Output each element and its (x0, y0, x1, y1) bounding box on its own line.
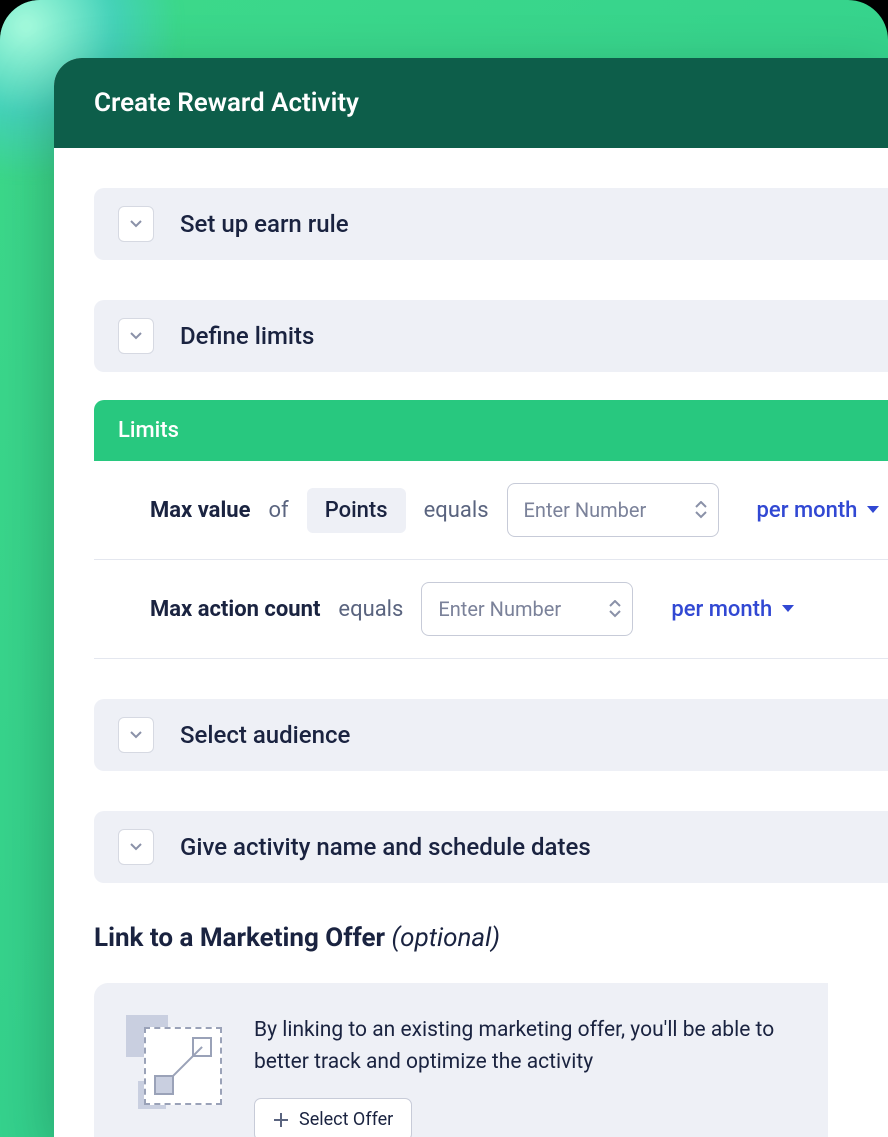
limits-header: Limits (94, 400, 888, 461)
equals-text: equals (338, 597, 403, 622)
limits-section: Limits Max value of Points equals Enter … (94, 400, 888, 659)
chevron-down-icon (130, 332, 142, 340)
page-title: Create Reward Activity (54, 58, 888, 148)
expand-toggle[interactable] (118, 318, 154, 354)
chevron-down-icon (782, 605, 794, 613)
marketing-offer-title: Link to a Marketing Offer (optional) (94, 923, 888, 953)
chevron-down-icon (130, 843, 142, 851)
number-stepper[interactable] (609, 600, 621, 618)
title-optional: (optional) (392, 923, 501, 953)
period-dropdown[interactable]: per month (757, 498, 880, 523)
accordion-title: Define limits (180, 322, 314, 350)
limit-max-value-row: Max value of Points equals Enter Number … (94, 461, 888, 560)
equals-text: equals (424, 498, 489, 523)
of-text: of (268, 498, 288, 523)
select-offer-label: Select Offer (299, 1109, 393, 1130)
accordion-define-limits[interactable]: Define limits (94, 300, 888, 372)
chevron-down-icon (130, 220, 142, 228)
title-main: Link to a Marketing Offer (94, 923, 392, 953)
max-value-label: Max value (150, 498, 250, 523)
expand-toggle[interactable] (118, 829, 154, 865)
expand-toggle[interactable] (118, 717, 154, 753)
accordion-title: Set up earn rule (180, 210, 349, 238)
max-value-input[interactable]: Enter Number (507, 483, 719, 537)
chevron-down-icon (695, 511, 707, 519)
expand-toggle[interactable] (118, 206, 154, 242)
max-action-input[interactable]: Enter Number (421, 582, 633, 636)
accordion-title: Give activity name and schedule dates (180, 833, 591, 861)
link-offer-icon (126, 1015, 222, 1111)
plus-icon (273, 1112, 289, 1128)
period-label: per month (671, 597, 772, 622)
max-action-label: Max action count (150, 597, 320, 622)
number-stepper[interactable] (695, 501, 707, 519)
accordion-title: Select audience (180, 721, 350, 749)
marketing-offer-box: By linking to an existing marketing offe… (94, 983, 828, 1137)
chevron-down-icon (130, 731, 142, 739)
panel: Create Reward Activity Set up earn rule … (54, 58, 888, 1137)
accordion-earn-rule[interactable]: Set up earn rule (94, 188, 888, 260)
select-offer-button[interactable]: Select Offer (254, 1098, 412, 1137)
chevron-up-icon (609, 600, 621, 608)
accordion-select-audience[interactable]: Select audience (94, 699, 888, 771)
offer-description: By linking to an existing marketing offe… (254, 1015, 796, 1078)
period-dropdown[interactable]: per month (671, 597, 794, 622)
accordion-schedule[interactable]: Give activity name and schedule dates (94, 811, 888, 883)
points-chip[interactable]: Points (307, 488, 406, 533)
chevron-up-icon (695, 501, 707, 509)
limit-max-action-row: Max action count equals Enter Number per… (94, 560, 888, 659)
chevron-down-icon (867, 506, 879, 514)
period-label: per month (757, 498, 858, 523)
chevron-down-icon (609, 610, 621, 618)
